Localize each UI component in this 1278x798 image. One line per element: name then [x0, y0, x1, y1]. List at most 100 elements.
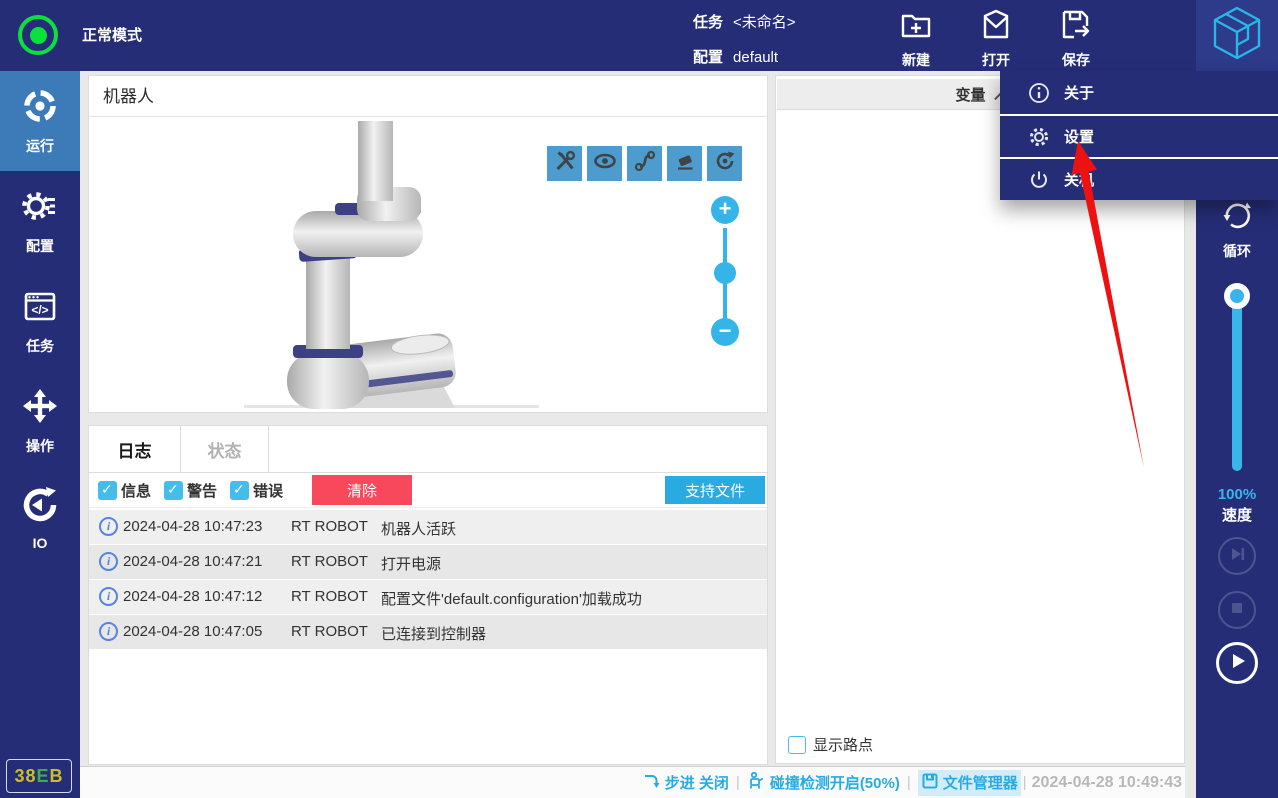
zoom-in-button[interactable]: +: [711, 196, 739, 224]
play-button[interactable]: [1216, 642, 1258, 684]
visibility-icon: [593, 149, 617, 178]
play-icon: [1225, 649, 1249, 678]
variables-title: 变量: [955, 86, 986, 104]
io-icon: [20, 485, 60, 530]
configure-icon: [20, 186, 60, 231]
file-manager-disk-icon: [921, 772, 939, 794]
sidebar-item-run-label: 运行: [26, 138, 54, 154]
adjust-tools-button[interactable]: [547, 146, 582, 181]
task-value: <未命名>: [733, 14, 796, 31]
reset-view-icon: [713, 149, 737, 178]
log-row: i 2024-04-28 10:47:23 RT ROBOT 机器人活跃: [89, 510, 767, 544]
tab-log[interactable]: 日志: [89, 426, 181, 472]
sidebar-item-run[interactable]: 运行: [0, 71, 80, 171]
collision-detect-status[interactable]: 碰撞检测开启(50%): [747, 771, 900, 794]
show-waypoints-checkbox[interactable]: [788, 735, 806, 754]
status-bar: 步进 关闭 | 碰撞检测开启(50%) | 文件管理器 | 2024-04-28…: [80, 766, 1185, 798]
task-icon: </>: [20, 286, 60, 331]
info-circle-icon: i: [99, 622, 118, 641]
speed-readout: 100% 速度: [1196, 484, 1278, 526]
power-icon: [1028, 169, 1050, 191]
log-time: 2024-04-28 10:47:12: [123, 588, 263, 605]
log-message: 打开电源: [381, 556, 442, 573]
speed-slider-handle[interactable]: [1224, 283, 1250, 309]
save-task-label: 保存: [1062, 52, 1090, 68]
run-icon: [20, 86, 60, 131]
log-source: RT ROBOT: [291, 588, 368, 605]
task-row: 任务 <未命名>: [693, 9, 796, 36]
log-source: RT ROBOT: [291, 623, 368, 640]
controller-badge: 38EB: [6, 759, 72, 793]
mode-label: 正常模式: [82, 27, 143, 44]
visibility-button[interactable]: [587, 146, 622, 181]
collision-detect-label: 碰撞检测开启(50%): [769, 775, 900, 792]
log-time: 2024-04-28 10:47:05: [123, 623, 263, 640]
svg-text:</>: </>: [31, 303, 48, 317]
clock-timestamp: 2024-04-28 10:49:43: [1031, 773, 1182, 791]
zoom-slider-handle[interactable]: [714, 262, 736, 284]
adjust-tools-icon: [553, 149, 577, 178]
sidebar-item-task[interactable]: </> 任务: [0, 271, 80, 371]
open-task-button[interactable]: 打开: [956, 4, 1036, 68]
new-task-button[interactable]: 新建: [876, 4, 956, 68]
stop-button[interactable]: [1218, 591, 1256, 629]
filter-error-checkbox[interactable]: [230, 480, 250, 500]
support-files-button[interactable]: 支持文件: [665, 476, 765, 504]
log-row: i 2024-04-28 10:47:12 RT ROBOT 配置文件'default…: [89, 580, 767, 614]
log-filter-row: 信息 警告 错误 清除 支持文件: [89, 473, 767, 508]
loop-label: 循环: [1223, 243, 1251, 259]
menu-item-shutdown[interactable]: 关机: [1000, 157, 1278, 200]
info-circle-icon: i: [99, 587, 118, 606]
new-task-label: 新建: [902, 52, 930, 68]
eraser-button[interactable]: [667, 146, 702, 181]
badge-char: 3: [14, 765, 26, 786]
reset-view-button[interactable]: [707, 146, 742, 181]
collision-robot-icon: [747, 771, 766, 794]
separator: |: [1022, 774, 1027, 791]
step-mode-status[interactable]: 步进 关闭: [643, 772, 729, 794]
task-label: 任务: [693, 14, 724, 31]
sidebar-item-io[interactable]: IO: [0, 471, 80, 565]
path-icon: [633, 149, 657, 178]
config-value: default: [733, 49, 779, 66]
file-actions: 新建 打开 保存: [876, 4, 1116, 68]
filter-error-label: 错误: [253, 482, 284, 500]
log-message: 机器人活跃: [381, 521, 457, 538]
file-manager-button[interactable]: 文件管理器: [917, 769, 1021, 796]
sidebar-item-operate[interactable]: 操作: [0, 371, 80, 471]
mode-status-dot: [29, 26, 47, 44]
log-row: i 2024-04-28 10:47:05 RT ROBOT 已连接到控制器: [89, 615, 767, 649]
separator: |: [906, 774, 911, 791]
log-source: RT ROBOT: [291, 553, 368, 570]
loop-icon: [1219, 196, 1255, 237]
menu-item-about[interactable]: 关于: [1000, 71, 1278, 114]
menu-item-settings[interactable]: 设置: [1000, 114, 1278, 157]
menu-item-settings-label: 设置: [1064, 129, 1095, 146]
zoom-out-button[interactable]: −: [711, 318, 739, 346]
tab-status[interactable]: 状态: [181, 426, 269, 472]
log-time: 2024-04-28 10:47:21: [123, 553, 263, 570]
log-panel: 日志 状态 信息 警告 错误 清除 支持文件 i 2024-04-28 10:47…: [88, 425, 768, 765]
speed-slider-track: [1232, 289, 1242, 471]
mode-status-indicator-icon: [18, 15, 58, 55]
path-button[interactable]: [627, 146, 662, 181]
clear-log-button[interactable]: 清除: [312, 475, 413, 505]
filter-warning-checkbox[interactable]: [164, 480, 184, 500]
info-icon: [1028, 82, 1050, 104]
badge-char: 8: [25, 765, 37, 786]
step-forward-button[interactable]: [1218, 537, 1256, 575]
sidebar-item-configure[interactable]: 配置: [0, 171, 80, 271]
save-task-button[interactable]: 保存: [1036, 4, 1116, 68]
robot-teach-pendant-app: 正常模式 任务 <未命名> 配置 default 新建 打开 保存 运行 配置 …: [0, 0, 1278, 798]
loop-toggle-button[interactable]: 循环: [1196, 196, 1278, 261]
info-circle-icon: i: [99, 517, 118, 536]
show-waypoints-row: 显示路点: [788, 734, 873, 755]
log-time: 2024-04-28 10:47:23: [123, 518, 263, 535]
filter-info-checkbox[interactable]: [98, 480, 117, 500]
log-row: i 2024-04-28 10:47:21 RT ROBOT 打开电源: [89, 545, 767, 579]
app-logo-button[interactable]: [1196, 0, 1278, 71]
sidebar-item-operate-label: 操作: [26, 438, 54, 454]
task-config-info: 任务 <未命名> 配置 default: [693, 9, 796, 79]
view-toolbar: [547, 146, 742, 181]
menu-item-about-label: 关于: [1064, 85, 1095, 102]
